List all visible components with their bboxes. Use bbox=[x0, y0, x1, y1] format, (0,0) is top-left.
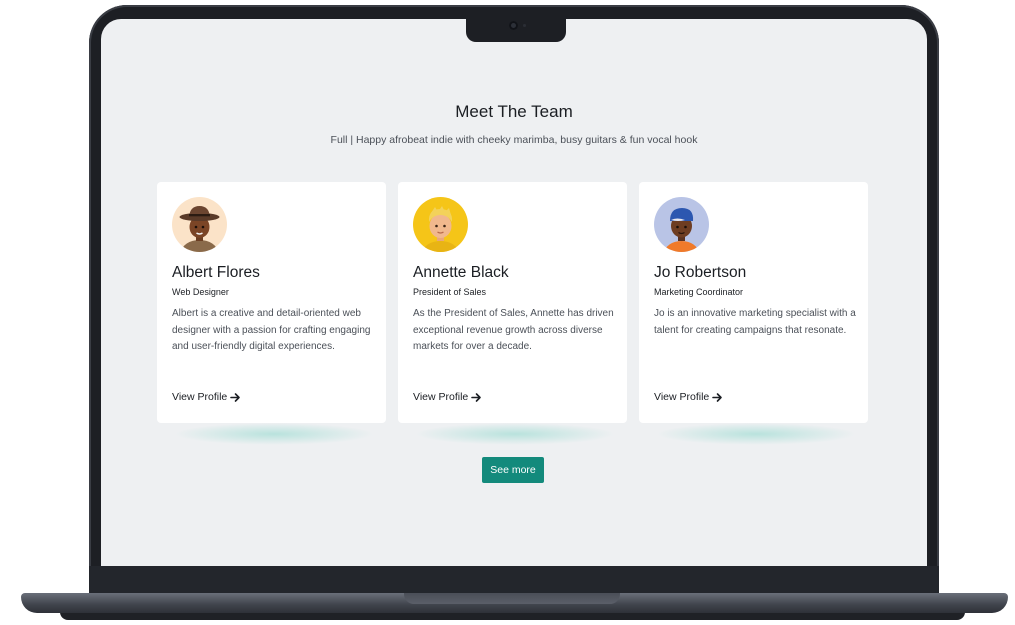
member-role: Web Designer bbox=[172, 287, 229, 297]
see-more-button[interactable]: See more bbox=[482, 457, 544, 483]
team-card-annette-black: Annette Black President of Sales As the … bbox=[398, 182, 627, 423]
member-bio: As the President of Sales, Annette has d… bbox=[413, 308, 614, 353]
section-title: Meet The Team bbox=[455, 102, 573, 121]
laptop-base-shadow bbox=[60, 612, 965, 620]
view-profile-link[interactable]: View Profile bbox=[172, 391, 241, 403]
team-card-albert-flores: Albert Flores Web Designer Albert is a c… bbox=[157, 182, 386, 423]
member-role: President of Sales bbox=[413, 287, 487, 297]
card-shadow bbox=[174, 423, 374, 445]
camera-icon bbox=[509, 21, 518, 30]
avatar-illustration bbox=[664, 208, 699, 252]
view-profile-link[interactable]: View Profile bbox=[413, 391, 482, 403]
avatar bbox=[413, 197, 468, 252]
team-card-jo-robertson: Jo Robertson Marketing Coordinator Jo is… bbox=[639, 182, 868, 423]
member-role: Marketing Coordinator bbox=[654, 287, 744, 297]
avatar bbox=[654, 197, 709, 252]
arrow-right-icon bbox=[230, 392, 241, 402]
member-bio: Albert is a creative and detail-oriented… bbox=[172, 308, 371, 353]
view-profile-label: View Profile bbox=[654, 391, 710, 403]
view-profile-label: View Profile bbox=[172, 391, 228, 403]
section-subtitle: Full | Happy afrobeat indie with cheeky … bbox=[330, 134, 698, 146]
avatar bbox=[172, 197, 227, 252]
laptop-bezel-bottom bbox=[89, 566, 939, 594]
laptop-screen: Meet The Team Full | Happy afrobeat indi… bbox=[101, 19, 927, 566]
card-shadow bbox=[415, 423, 615, 445]
avatar-illustration bbox=[422, 206, 459, 252]
member-name: Jo Robertson bbox=[654, 264, 747, 281]
laptop-opening-notch bbox=[404, 593, 620, 604]
arrow-right-icon bbox=[471, 392, 482, 402]
arrow-right-icon bbox=[712, 392, 723, 402]
card-shadow bbox=[656, 423, 856, 445]
member-name: Annette Black bbox=[413, 264, 509, 281]
member-bio: Jo is an innovative marketing specialist… bbox=[654, 308, 856, 336]
view-profile-label: View Profile bbox=[413, 391, 469, 403]
avatar-illustration bbox=[179, 206, 220, 252]
view-profile-link[interactable]: View Profile bbox=[654, 391, 723, 403]
member-name: Albert Flores bbox=[172, 264, 260, 281]
camera-indicator bbox=[523, 24, 526, 27]
